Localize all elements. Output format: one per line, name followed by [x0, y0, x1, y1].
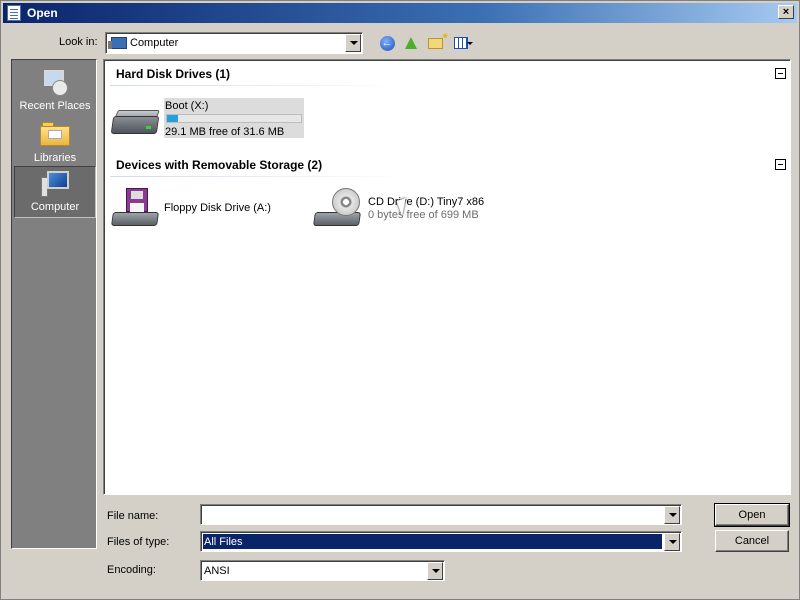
- computer-icon: [41, 171, 71, 199]
- back-arrow-icon: ←: [379, 35, 395, 51]
- encoding-value: ANSI: [204, 565, 230, 577]
- files-of-type-label: Files of type:: [107, 536, 170, 548]
- window-title: Open: [27, 6, 58, 20]
- drive-usage-fill: [167, 115, 178, 122]
- group-divider: [110, 85, 410, 86]
- look-in-label-text: Look in:: [59, 36, 98, 48]
- close-button[interactable]: ×: [778, 5, 794, 19]
- notepad-icon: [7, 5, 21, 21]
- drive-name: Floppy Disk Drive (A:): [164, 202, 271, 214]
- libraries-icon: [40, 122, 70, 146]
- collapse-group-button[interactable]: [775, 159, 786, 170]
- drive-name: CD Drive (D:) Tiny7 x86: [368, 196, 485, 208]
- file-name-label: File name:: [107, 510, 159, 522]
- file-name-combo[interactable]: [200, 504, 682, 525]
- create-new-folder-button[interactable]: [425, 31, 447, 53]
- up-folder-icon: [405, 37, 417, 49]
- file-list-view[interactable]: Hard Disk Drives (1) Boot (X:) 29.1 MB f…: [103, 59, 791, 495]
- places-item-libraries[interactable]: Libraries: [14, 116, 96, 168]
- group-divider: [110, 176, 410, 177]
- cancel-button[interactable]: Cancel: [715, 530, 789, 552]
- places-item-label: Libraries: [33, 152, 77, 164]
- up-one-level-button[interactable]: [401, 33, 421, 53]
- places-item-label: Recent Places: [19, 100, 91, 112]
- view-menu-button[interactable]: [449, 33, 473, 53]
- collapse-group-button[interactable]: [775, 68, 786, 79]
- places-item-label: Computer: [30, 201, 80, 213]
- cd-drive-icon: [313, 188, 362, 228]
- drive-usage-bar: [166, 114, 302, 123]
- file-name-dropdown-arrow[interactable]: [664, 506, 680, 524]
- drive-item-cd[interactable]: CD Drive (D:) Tiny7 x86 0 bytes free of …: [312, 186, 512, 230]
- look-in-dropdown[interactable]: Computer: [105, 32, 363, 54]
- places-bar: Recent Places Libraries Computer: [11, 59, 97, 549]
- files-of-type-dropdown[interactable]: All Files: [200, 531, 682, 552]
- recent-places-icon: [40, 70, 70, 96]
- drive-name: Boot (X:): [165, 100, 209, 112]
- files-of-type-value: All Files: [203, 534, 662, 549]
- title-bar[interactable]: Open ×: [3, 3, 797, 23]
- views-menu-icon: [454, 37, 468, 49]
- group-header-hard-disk-drives[interactable]: Hard Disk Drives (1): [116, 67, 230, 81]
- files-of-type-dropdown-arrow[interactable]: [664, 533, 680, 551]
- open-dialog: Open × Look in: Computer ← Recent Places…: [0, 0, 800, 600]
- look-in-value: Computer: [130, 37, 179, 49]
- back-button[interactable]: ←: [377, 33, 397, 53]
- chevron-down-icon: [467, 42, 473, 45]
- encoding-label: Encoding:: [107, 564, 156, 576]
- places-item-recent-places[interactable]: Recent Places: [14, 64, 96, 116]
- drive-item-floppy[interactable]: Floppy Disk Drive (A:): [110, 186, 300, 230]
- look-in-dropdown-arrow[interactable]: [345, 34, 361, 52]
- computer-small-icon: [108, 37, 127, 49]
- drive-free-space: 0 bytes free of 699 MB: [368, 209, 479, 221]
- open-button[interactable]: Open: [714, 503, 790, 527]
- hard-drive-icon: [110, 102, 160, 142]
- places-item-computer[interactable]: Computer: [14, 166, 96, 218]
- drive-free-space: 29.1 MB free of 31.6 MB: [165, 126, 285, 138]
- look-in-label: Look in:: [59, 36, 98, 48]
- floppy-drive-icon: [111, 188, 160, 228]
- encoding-dropdown-arrow[interactable]: [427, 562, 443, 580]
- group-header-removable-storage[interactable]: Devices with Removable Storage (2): [116, 158, 322, 172]
- new-folder-icon: [427, 31, 447, 49]
- encoding-dropdown[interactable]: ANSI: [200, 560, 445, 581]
